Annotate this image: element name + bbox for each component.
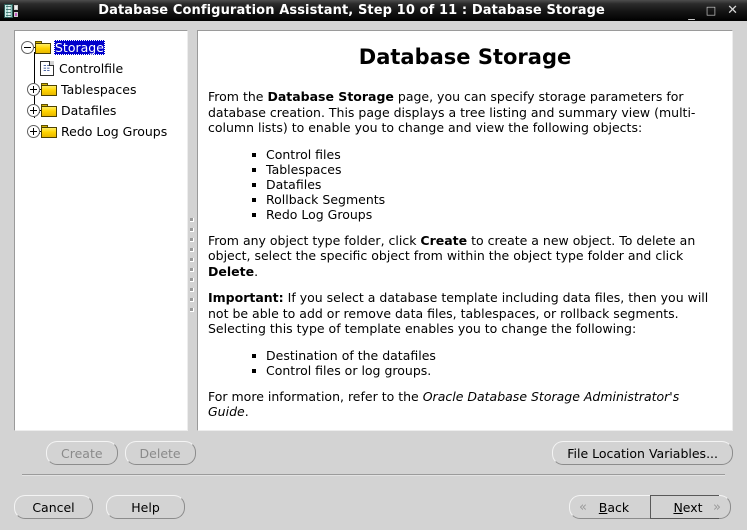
- footer-left-buttons: Cancel Help: [14, 495, 185, 519]
- important-text: If you select a database template includ…: [208, 290, 709, 336]
- create-button[interactable]: Create: [46, 441, 118, 465]
- cancel-button[interactable]: Cancel: [14, 495, 93, 519]
- more-info-paragraph: For more information, refer to the Oracl…: [208, 389, 722, 420]
- list-item: Control files or log groups.: [252, 363, 722, 378]
- folder-icon: [41, 125, 57, 138]
- expand-handle-icon[interactable]: [27, 104, 47, 117]
- list-item: Redo Log Groups: [252, 207, 722, 222]
- next-rest: ext: [682, 499, 703, 515]
- close-icon[interactable]: ✕: [727, 4, 738, 17]
- tree-node-label-storage: Storage: [54, 40, 105, 55]
- window-titlebar: Database Configuration Assistant, Step 1…: [0, 0, 747, 21]
- tree-node-controlfile[interactable]: ☷ Controlfile: [15, 58, 187, 79]
- moreinfo-pre: For more information, refer to the: [208, 388, 423, 404]
- expand-handle-icon[interactable]: [27, 125, 47, 138]
- help-content-panel: Database Storage From the Database Stora…: [197, 30, 733, 431]
- tree-node-label-datafiles: Datafiles: [61, 103, 117, 118]
- change-list: Destination of the datafiles Control fil…: [208, 348, 722, 378]
- folder-icon: [41, 83, 57, 96]
- cd-pre: From any object type folder, click: [208, 232, 421, 248]
- footer-separator: [22, 474, 725, 476]
- tree-node-redo-log-groups[interactable]: Redo Log Groups: [15, 121, 187, 142]
- expand-handle-icon[interactable]: [27, 83, 47, 96]
- footer-nav-buttons: « Back Next »: [569, 495, 731, 519]
- storage-tree: Storage ☷ Controlfile Tablespaces Datafi…: [15, 31, 187, 142]
- list-item: Rollback Segments: [252, 192, 722, 207]
- collapse-handle-icon[interactable]: [21, 41, 41, 54]
- minimize-icon[interactable]: _: [688, 7, 695, 20]
- tree-node-label-redo-log-groups: Redo Log Groups: [61, 124, 168, 139]
- intro-pre: From the: [208, 89, 268, 104]
- back-button-label: Back: [587, 500, 641, 515]
- tree-node-storage[interactable]: Storage: [15, 37, 187, 58]
- tree-node-tablespaces[interactable]: Tablespaces: [15, 79, 187, 100]
- tree-node-label-tablespaces: Tablespaces: [61, 82, 137, 97]
- next-button-label: Next: [663, 500, 713, 515]
- object-action-bar: Create Delete File Location Variables...: [0, 437, 747, 477]
- wizard-footer: Cancel Help « Back Next »: [0, 484, 747, 530]
- tree-node-datafiles[interactable]: Datafiles: [15, 100, 187, 121]
- split-pane-divider[interactable]: [188, 30, 197, 431]
- cd-bold-create: Create: [420, 232, 468, 248]
- object-list: Control files Tablespaces Datafiles Roll…: [208, 147, 722, 222]
- tree-node-label-controlfile: Controlfile: [59, 61, 124, 76]
- cd-post: .: [254, 263, 259, 279]
- splitter-grip-icon: [190, 218, 194, 312]
- chevron-left-icon: «: [579, 499, 587, 515]
- important-label: Important:: [208, 290, 284, 305]
- create-delete-paragraph: From any object type folder, click Creat…: [208, 233, 722, 280]
- back-button[interactable]: « Back: [569, 495, 650, 519]
- list-item: Destination of the datafiles: [252, 348, 722, 363]
- list-item: Tablespaces: [252, 162, 722, 177]
- next-button[interactable]: Next »: [650, 495, 731, 519]
- moreinfo-post: .: [244, 404, 249, 419]
- intro-bold: Database Storage: [267, 89, 394, 104]
- storage-tree-panel[interactable]: Storage ☷ Controlfile Tablespaces Datafi…: [14, 30, 188, 431]
- document-icon: ☷: [40, 61, 54, 76]
- window-title: Database Configuration Assistant, Step 1…: [98, 3, 605, 18]
- important-paragraph: Important: If you select a database temp…: [208, 290, 722, 337]
- back-rest: ack: [607, 499, 630, 515]
- dbca-window: Database Configuration Assistant, Step 1…: [0, 0, 747, 530]
- help-button[interactable]: Help: [106, 495, 185, 519]
- intro-paragraph: From the Database Storage page, you can …: [208, 89, 722, 136]
- maximize-icon[interactable]: □: [706, 4, 716, 17]
- list-item: Control files: [252, 147, 722, 162]
- folder-icon: [41, 104, 57, 117]
- file-location-variables-button[interactable]: File Location Variables...: [552, 441, 733, 465]
- window-content: Storage ☷ Controlfile Tablespaces Datafi…: [0, 21, 747, 530]
- database-app-icon: [3, 3, 19, 19]
- folder-icon: [35, 41, 51, 54]
- page-title: Database Storage: [358, 45, 572, 69]
- delete-button[interactable]: Delete: [124, 441, 196, 465]
- chevron-right-icon: »: [713, 499, 721, 515]
- list-item: Datafiles: [252, 177, 722, 192]
- window-controls: _ □ ✕: [688, 4, 747, 20]
- next-mnemonic: N: [673, 499, 683, 515]
- file-location-area: File Location Variables...: [552, 441, 733, 465]
- cd-bold-delete: Delete: [208, 263, 255, 279]
- object-action-buttons: Create Delete: [46, 441, 196, 465]
